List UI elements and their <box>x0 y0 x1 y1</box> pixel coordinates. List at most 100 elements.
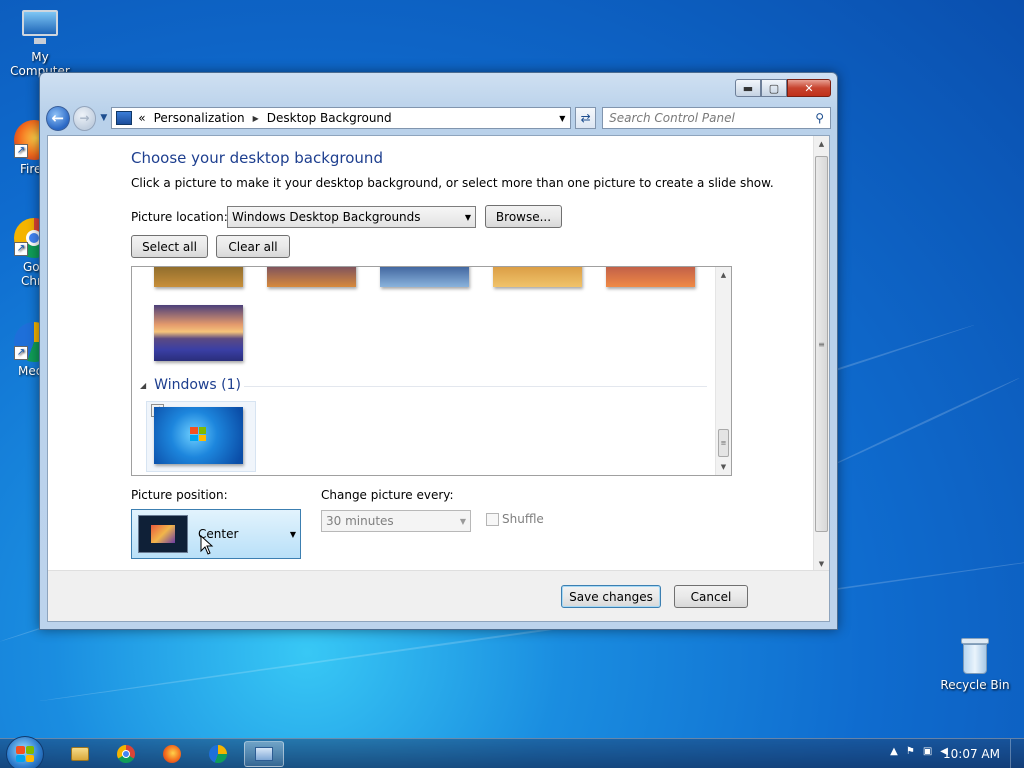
mouse-cursor-icon <box>200 535 214 555</box>
change-picture-label: Change picture every: <box>321 488 454 502</box>
show-desktop-button[interactable] <box>1010 739 1024 768</box>
gallery-scroll-thumb[interactable]: ≡ <box>718 429 729 457</box>
wallpaper-thumbnail[interactable] <box>154 267 243 287</box>
breadcrumb-overflow[interactable]: « <box>138 111 145 125</box>
scroll-up-icon[interactable]: ▲ <box>814 136 829 152</box>
navigation-bar: ← → ▼ « Personalization ▶ Desktop Backgr… <box>46 103 831 133</box>
firefox-icon: ↗ <box>14 120 40 160</box>
browse-button[interactable]: Browse... <box>485 205 562 228</box>
picture-position-label: Picture position: <box>131 488 228 502</box>
chevron-down-icon: ▼ <box>289 529 296 539</box>
maximize-button[interactable]: ▢ <box>761 79 787 97</box>
close-button[interactable]: ✕ <box>787 79 831 97</box>
taskbar-clock[interactable]: 10:07 AM <box>943 747 1000 761</box>
media-player-icon <box>209 745 227 763</box>
minimize-button[interactable]: ▬ <box>735 79 761 97</box>
desktop-background-window: ▬ ▢ ✕ ← → ▼ « Personalization ▶ Desktop … <box>39 72 838 630</box>
group-divider <box>244 386 707 387</box>
picture-gallery: ◢ Windows (1) ✓ ▲ ≡ ▼ <box>131 266 732 476</box>
gallery-scrollbar[interactable]: ▲ ≡ ▼ <box>715 267 731 475</box>
breadcrumb-separator-icon[interactable]: ▶ <box>253 114 259 123</box>
desktop-icon-my-computer[interactable]: My Computer <box>0 8 80 78</box>
firefox-icon <box>163 745 181 763</box>
page-title: Choose your desktop background <box>131 149 383 167</box>
desktop-icon-label: Fire <box>20 162 40 176</box>
show-hidden-icons-icon[interactable]: ▲ <box>890 746 898 757</box>
wallpaper-thumbnail[interactable] <box>267 267 356 287</box>
picture-location-select[interactable]: Windows Desktop Backgrounds ▼ <box>227 206 476 228</box>
taskbar-firefox[interactable] <box>152 741 192 767</box>
windows-logo-icon <box>190 427 206 441</box>
address-bar[interactable]: « Personalization ▶ Desktop Background ▼ <box>111 107 572 129</box>
desktop-icon-firefox[interactable]: ↗ Fire <box>0 120 40 176</box>
wallpaper-thumbnail[interactable] <box>493 267 582 287</box>
wallpaper-thumbnail-windows <box>154 407 243 464</box>
breadcrumb-desktop-background[interactable]: Desktop Background <box>267 111 392 125</box>
wallpaper-thumbnail[interactable] <box>154 305 243 361</box>
breadcrumb-personalization[interactable]: Personalization <box>154 111 245 125</box>
shuffle-checkbox[interactable]: Shuffle <box>486 512 544 526</box>
wallpaper-streak <box>819 377 1020 472</box>
collapse-triangle-icon[interactable]: ◢ <box>140 381 146 390</box>
window-controls: ▬ ▢ ✕ <box>735 79 831 97</box>
change-picture-value: 30 minutes <box>326 514 394 528</box>
search-icon[interactable]: ⚲ <box>815 111 824 125</box>
chevron-down-icon: ▼ <box>464 212 471 222</box>
wallpaper-thumbnail[interactable] <box>380 267 469 287</box>
taskbar-control-panel[interactable] <box>244 741 284 767</box>
recycle-bin-icon <box>955 636 995 676</box>
page-subtitle: Click a picture to make it your desktop … <box>131 176 774 190</box>
clear-all-button[interactable]: Clear all <box>216 235 290 258</box>
content-scrollbar[interactable]: ▲ ≡ ▼ <box>813 136 829 572</box>
back-button[interactable]: ← <box>46 105 70 131</box>
chrome-icon <box>117 745 135 763</box>
taskbar-media-player[interactable] <box>198 741 238 767</box>
chrome-icon: ↗ <box>14 218 40 258</box>
change-picture-select[interactable]: 30 minutes ▼ <box>321 510 471 532</box>
desktop-icon-label: Goo Chro <box>21 260 40 288</box>
selected-wallpaper-tile[interactable]: ✓ <box>146 401 256 472</box>
picture-location-value: Windows Desktop Backgrounds <box>232 210 421 224</box>
recent-pages-dropdown-icon[interactable]: ▼ <box>100 113 107 123</box>
desktop-icon-chrome[interactable]: ↗ Goo Chro <box>0 218 40 288</box>
scroll-down-icon[interactable]: ▼ <box>716 459 731 475</box>
shuffle-checkbox-box[interactable] <box>486 512 499 526</box>
wallpaper-thumbnail[interactable] <box>606 267 695 287</box>
control-panel-icon <box>255 747 273 761</box>
dialog-footer: Save changes Cancel <box>48 570 829 621</box>
address-dropdown-icon[interactable]: ▼ <box>554 114 570 123</box>
scroll-up-icon[interactable]: ▲ <box>716 267 731 283</box>
shuffle-label: Shuffle <box>502 512 544 526</box>
select-all-button[interactable]: Select all <box>131 235 208 258</box>
desktop-icon-label: Media <box>18 364 40 378</box>
picture-location-label: Picture location: <box>131 210 228 224</box>
refresh-button[interactable]: ⇄ <box>575 107 597 129</box>
computer-icon <box>20 8 60 48</box>
group-header-windows[interactable]: ◢ Windows (1) <box>140 377 241 393</box>
chevron-down-icon: ▼ <box>459 516 466 526</box>
group-header-label: Windows (1) <box>154 377 241 393</box>
folder-icon <box>71 747 89 761</box>
taskbar-chrome[interactable] <box>106 741 146 767</box>
taskbar-explorer[interactable] <box>60 741 100 767</box>
network-icon[interactable]: ▣ <box>923 746 932 757</box>
control-panel-icon <box>116 111 133 125</box>
system-tray: ▲ ⚑ ▣ ◀ <box>890 746 948 757</box>
position-preview-image <box>138 515 188 553</box>
picture-position-select[interactable]: Center ▼ <box>131 509 301 559</box>
desktop-icon-media[interactable]: ↗ Media <box>0 322 40 378</box>
forward-button[interactable]: → <box>72 105 97 131</box>
windows-logo-icon <box>16 746 34 762</box>
desktop-icon-label: Recycle Bin <box>940 678 1010 692</box>
media-player-icon: ↗ <box>14 322 40 362</box>
search-input[interactable]: Search Control Panel ⚲ <box>602 107 831 129</box>
start-button[interactable] <box>6 736 44 768</box>
content-scroll-thumb[interactable]: ≡ <box>815 156 828 532</box>
cancel-button[interactable]: Cancel <box>674 585 748 608</box>
taskbar: ▲ ⚑ ▣ ◀ 10:07 AM <box>0 736 1024 768</box>
search-placeholder: Search Control Panel <box>609 111 735 125</box>
save-changes-button[interactable]: Save changes <box>561 585 661 608</box>
action-center-flag-icon[interactable]: ⚑ <box>906 746 915 757</box>
desktop-icon-recycle-bin[interactable]: Recycle Bin <box>935 636 1015 692</box>
content-pane: Choose your desktop background Click a p… <box>47 135 830 622</box>
